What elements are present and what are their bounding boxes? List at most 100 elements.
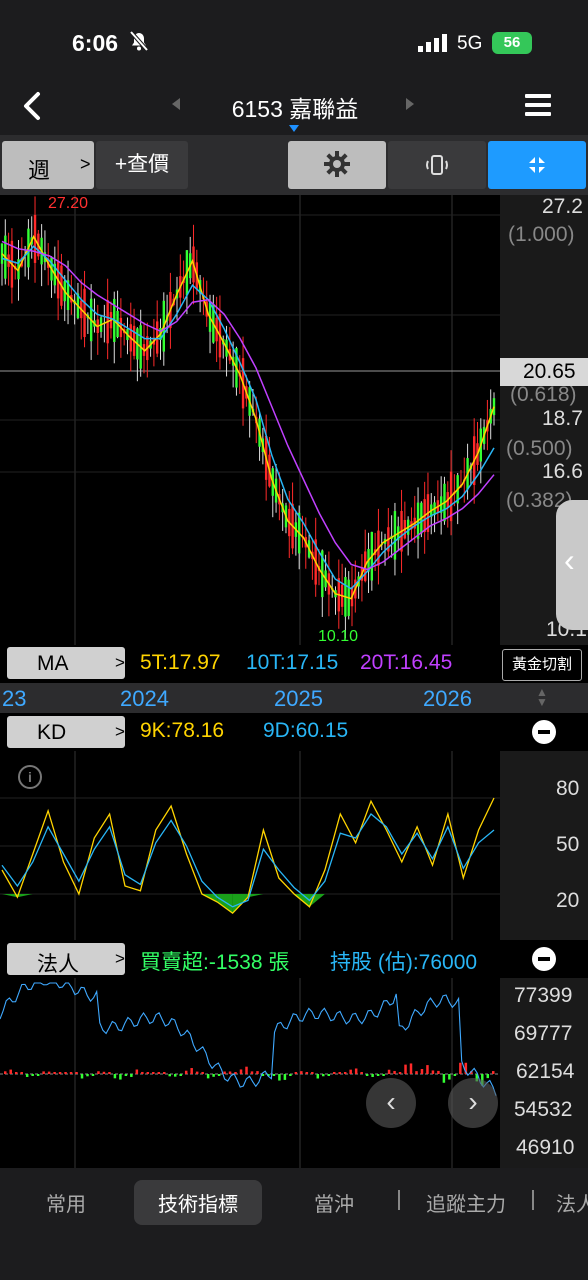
remove-indicator-icon[interactable] [532, 720, 556, 744]
net-bar [80, 1074, 84, 1079]
collapse-icon [529, 157, 545, 173]
golden-ratio-button[interactable]: 黃金切割 [502, 649, 582, 681]
y-tick-label: 18.7 [542, 407, 583, 430]
back-icon[interactable] [18, 88, 48, 124]
net-bar [332, 1072, 336, 1074]
inst-chart[interactable]: 77399 69777 62154 54532 46910 ‹ › [0, 978, 588, 1168]
net-bar [36, 1074, 40, 1076]
year-label: 2026 [423, 686, 472, 711]
chevron-left-icon: ‹ [564, 542, 575, 578]
net-bar [4, 1071, 7, 1074]
k-value: 9K:78.16 [140, 719, 225, 742]
net-bar [108, 1072, 111, 1074]
net-bar [163, 1072, 166, 1074]
net-bar [25, 1074, 29, 1077]
year-label: 2025 [274, 686, 323, 711]
net-bar [415, 1071, 418, 1074]
ma-line-10T [1, 245, 495, 590]
mute-icon [129, 30, 149, 52]
net-bar [404, 1064, 407, 1074]
net-bar [245, 1066, 248, 1074]
tab-tracking[interactable]: 追蹤主力 [426, 1188, 506, 1217]
chevron-right-icon: > [80, 154, 91, 174]
net-bar [124, 1074, 128, 1076]
scroll-right-button[interactable]: › [448, 1078, 498, 1128]
prev-stock-icon[interactable] [172, 98, 180, 110]
remove-indicator-icon[interactable] [532, 947, 556, 971]
net-bar [31, 1074, 34, 1076]
d-value: 9D:60.15 [263, 719, 349, 742]
net-bar [102, 1071, 106, 1074]
candlestick-chart[interactable] [0, 195, 500, 650]
net-bar [42, 1071, 45, 1074]
net-bar [437, 1070, 440, 1074]
scroll-left-button[interactable]: ‹ [366, 1078, 416, 1128]
tab-institutional[interactable]: 法人 [556, 1188, 588, 1217]
net-bar [338, 1072, 341, 1074]
net-bar [201, 1071, 204, 1074]
year-label: 23 [2, 686, 27, 711]
net-bar [20, 1072, 23, 1074]
fullscreen-button[interactable] [488, 141, 586, 189]
settings-button[interactable] [288, 141, 386, 189]
net-bar [492, 1071, 495, 1074]
net-bar [130, 1074, 133, 1077]
ma20-value: 20T:16.45 [360, 651, 453, 674]
net-bar [420, 1069, 424, 1074]
current-price-tag: 20.65 [500, 358, 588, 386]
inst-indicator-button[interactable]: 法人 > [7, 943, 125, 976]
net-bar [119, 1074, 122, 1080]
quote-button[interactable]: +查價 [96, 141, 188, 189]
net-bar [14, 1072, 18, 1074]
net-bar [250, 1071, 254, 1074]
info-icon[interactable]: i [18, 765, 42, 789]
net-bar [239, 1069, 243, 1074]
side-panel-tab[interactable]: ‹ [556, 500, 588, 630]
inst-tick-label: 62154 [516, 1060, 575, 1083]
net-bar [343, 1072, 347, 1074]
kd-line-9K [1, 797, 495, 915]
tab-divider [398, 1190, 400, 1210]
ma-legend-row: MA > 5T:17.97 10T:17.15 20T:16.45 黃金切割 [0, 645, 588, 683]
high-price-label: 27.20 [48, 195, 89, 212]
inst-tick-label: 54532 [514, 1098, 573, 1121]
kd-lines [0, 751, 500, 940]
net-bar [168, 1074, 171, 1077]
tab-daytrade[interactable]: 當沖 [314, 1188, 354, 1217]
kd-chart[interactable]: i 80 50 20 [0, 751, 588, 940]
kd-legend-row: KD > 9K:78.16 9D:60.15 [0, 713, 588, 751]
network-label: 5G [457, 33, 483, 54]
chevron-right-icon: > [115, 949, 125, 968]
net-bar [300, 1071, 303, 1074]
tab-technical[interactable]: 技術指標 [134, 1180, 262, 1225]
net-bar [382, 1074, 385, 1076]
stock-title[interactable]: 6153 嘉聯益 [190, 90, 400, 124]
kd-indicator-button[interactable]: KD > [7, 716, 125, 748]
net-bar [322, 1074, 325, 1077]
net-bar [206, 1074, 210, 1079]
resize-handle-icon[interactable]: ▲ ▼ [536, 686, 548, 708]
status-bar: 6:06 5G 56 [0, 0, 588, 80]
oversold-area [2, 894, 18, 898]
period-selector-button[interactable]: 週 > [2, 141, 94, 189]
chevron-right-icon: > [115, 722, 125, 741]
indicator-label: MA [37, 652, 69, 675]
menu-icon[interactable] [525, 94, 551, 121]
net-bar [9, 1069, 12, 1074]
kd-tick-label: 80 [556, 777, 580, 800]
price-chart[interactable]: 27.20 10.10 27.2 (1.000) (0.618) 18.7 (0… [0, 195, 588, 650]
ma-indicator-button[interactable]: MA > [7, 647, 125, 679]
net-bar [311, 1072, 314, 1074]
net-bar [157, 1072, 161, 1074]
tab-common[interactable]: 常用 [46, 1188, 86, 1217]
rotate-button[interactable] [388, 141, 486, 189]
holding-line [0, 982, 497, 1096]
net-bar [442, 1074, 446, 1083]
net-bar [58, 1072, 62, 1074]
net-bar [431, 1070, 435, 1074]
ma5-value: 5T:17.97 [140, 651, 221, 674]
net-bar [234, 1072, 237, 1074]
period-label: 週 [28, 158, 51, 183]
net-bar [448, 1074, 451, 1080]
next-stock-icon[interactable] [406, 98, 414, 110]
